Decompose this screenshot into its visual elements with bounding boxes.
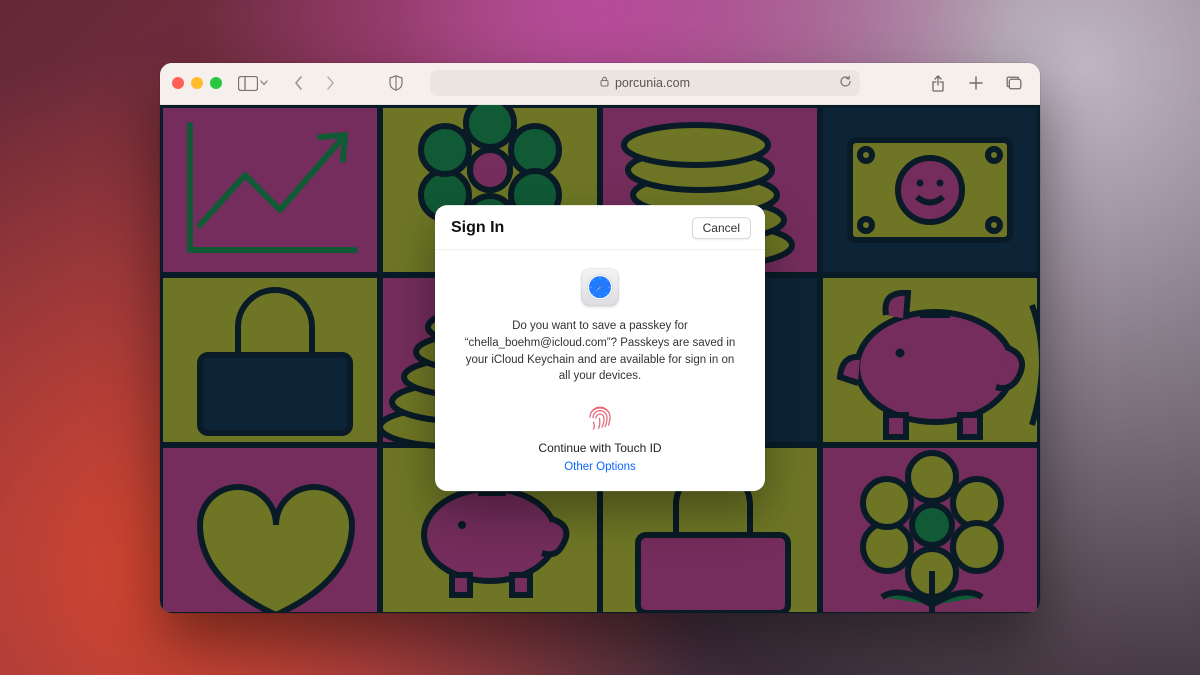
modal-title: Sign In [451, 219, 504, 237]
safari-app-icon [581, 268, 619, 306]
browser-window: porcunia.com [160, 63, 1040, 613]
modal-header: Sign In Cancel [435, 205, 765, 250]
plus-icon [969, 76, 983, 90]
sidebar-icon [238, 76, 258, 91]
chevron-left-icon [294, 76, 303, 90]
privacy-report-button[interactable] [382, 71, 410, 95]
chevron-down-icon [260, 80, 268, 86]
passkey-modal: Sign In Cancel [435, 205, 765, 491]
sidebar-toggle-button[interactable] [238, 76, 268, 91]
modal-message: Do you want to save a passkey for “chell… [460, 318, 740, 385]
reload-icon [839, 75, 852, 88]
modal-body: Do you want to save a passkey for “chell… [435, 250, 765, 491]
forward-button[interactable] [316, 71, 344, 95]
tabs-icon [1006, 76, 1022, 90]
back-button[interactable] [284, 71, 312, 95]
continue-with-touchid-label: Continue with Touch ID [457, 441, 743, 455]
other-options-link[interactable]: Other Options [457, 461, 743, 473]
shield-icon [389, 75, 403, 91]
toolbar-right [924, 71, 1028, 95]
minimize-window-button[interactable] [191, 77, 203, 89]
share-button[interactable] [924, 71, 952, 95]
fingerprint-icon [585, 402, 615, 432]
navigation-arrows [284, 71, 344, 95]
lock-icon [600, 76, 609, 90]
browser-toolbar: porcunia.com [160, 63, 1040, 105]
window-controls [172, 77, 222, 89]
tab-overview-button[interactable] [1000, 71, 1028, 95]
share-icon [931, 75, 945, 92]
touch-id-button[interactable] [584, 401, 616, 433]
fullscreen-window-button[interactable] [210, 77, 222, 89]
address-bar[interactable]: porcunia.com [430, 70, 860, 96]
new-tab-button[interactable] [962, 71, 990, 95]
chevron-right-icon [326, 76, 335, 90]
page-content: Sign In Cancel [160, 105, 1040, 613]
close-window-button[interactable] [172, 77, 184, 89]
cancel-button[interactable]: Cancel [692, 217, 751, 239]
address-text: porcunia.com [615, 76, 690, 90]
reload-button[interactable] [839, 75, 852, 91]
